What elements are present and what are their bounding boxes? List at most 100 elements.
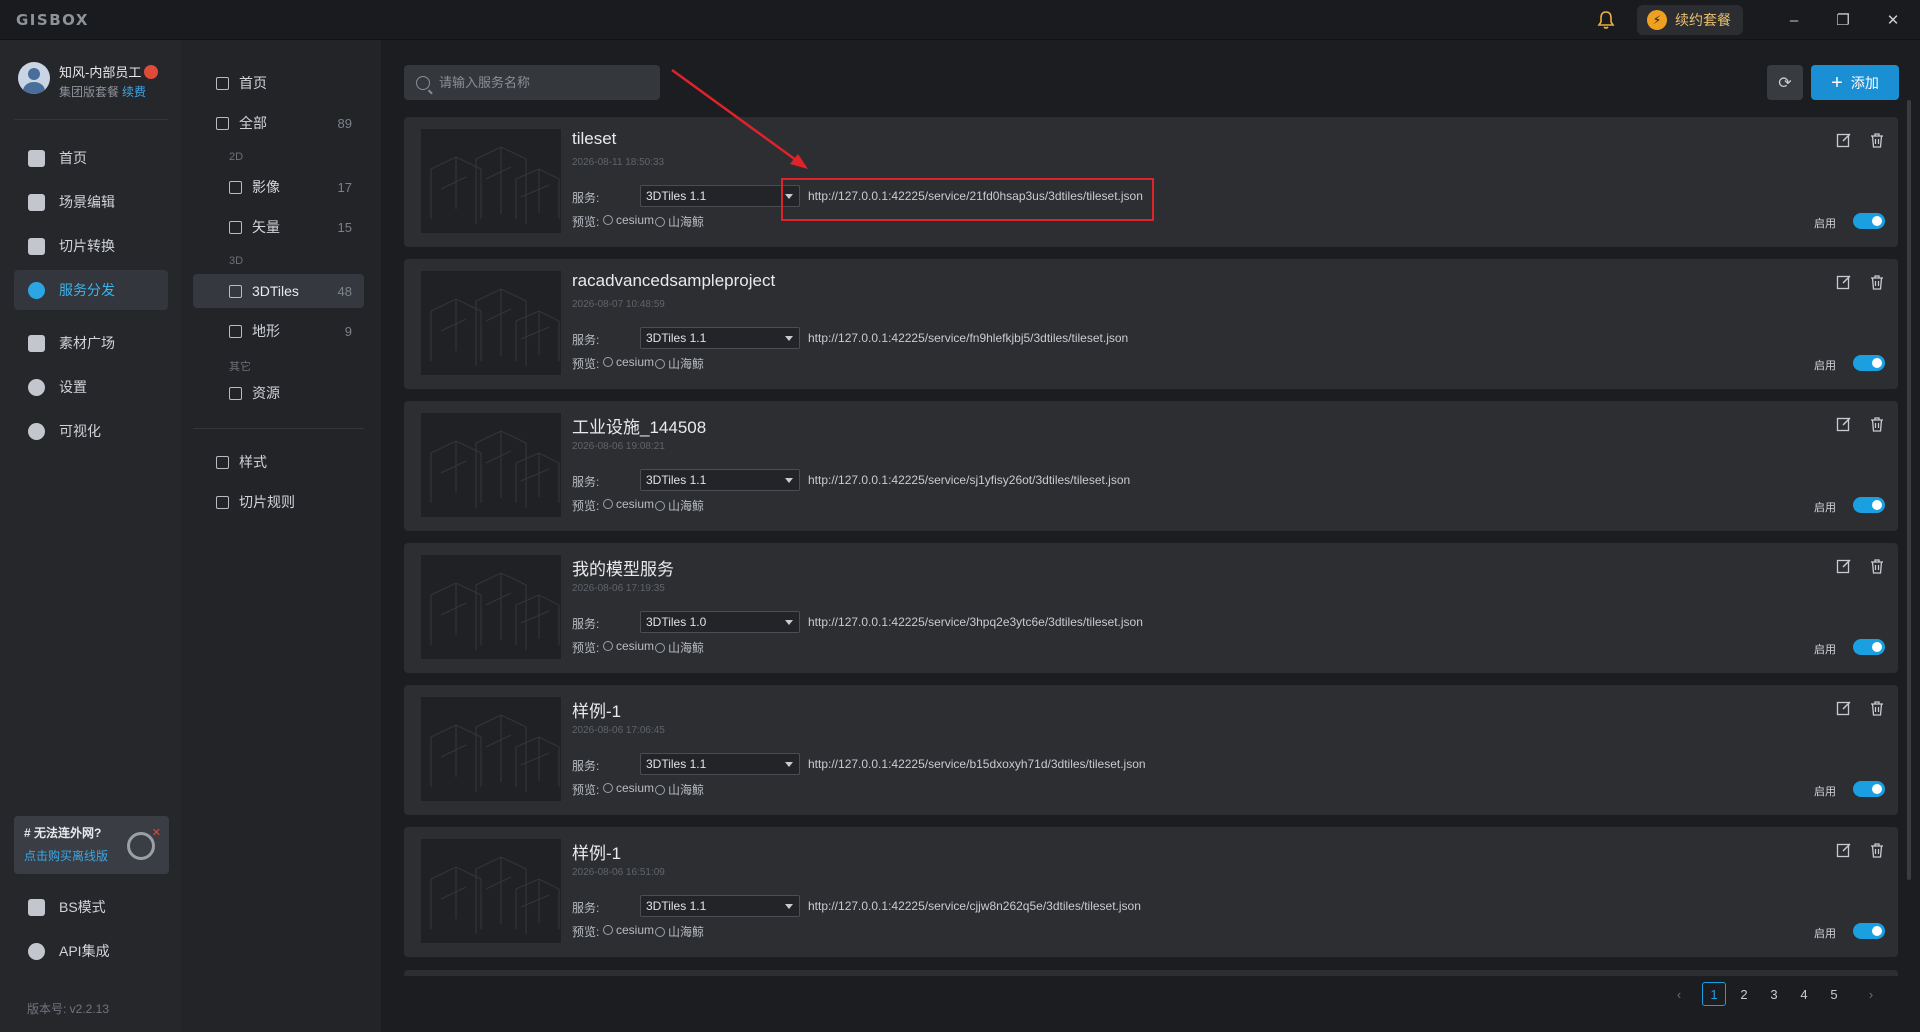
subnav-imagery[interactable]: 影像 17 — [193, 170, 364, 204]
service-title: racadvancedsampleproject — [572, 271, 776, 290]
service-thumbnail[interactable] — [421, 839, 561, 943]
search-box[interactable] — [404, 65, 660, 100]
delete-button[interactable] — [1868, 557, 1886, 575]
preview-shanhai-link[interactable]: 山海鲸 — [655, 497, 704, 514]
preview-cesium-link[interactable]: cesium — [603, 355, 654, 369]
prev-page-button[interactable]: ‹ — [1667, 982, 1691, 1006]
edit-button[interactable] — [1835, 415, 1853, 433]
service-url[interactable]: http://127.0.0.1:42225/service/fn9hlefkj… — [808, 331, 1128, 345]
minimize-button[interactable]: – — [1781, 8, 1807, 32]
service-thumbnail[interactable] — [421, 271, 561, 375]
service-version-select[interactable]: 3DTiles 1.1 — [640, 753, 800, 775]
subnav-terrain[interactable]: 地形 9 — [193, 314, 364, 348]
page-button[interactable]: 1 — [1702, 982, 1726, 1006]
preview-shanhai-link[interactable]: 山海鲸 — [655, 355, 704, 372]
preview-cesium-link[interactable]: cesium — [603, 639, 654, 653]
delete-button[interactable] — [1868, 699, 1886, 717]
caret-down-icon — [785, 620, 793, 625]
preview-shanhai-link[interactable]: 山海鲸 — [655, 639, 704, 656]
nav-item-api[interactable]: API集成 — [14, 931, 168, 971]
edit-button[interactable] — [1835, 273, 1853, 291]
subnav-vector[interactable]: 矢量 15 — [193, 210, 364, 244]
close-icon[interactable]: ✕ — [152, 826, 161, 839]
nav-item-scene-edit[interactable]: 场景编辑 — [14, 182, 168, 222]
preview-cesium-link[interactable]: cesium — [603, 213, 654, 227]
edit-button[interactable] — [1835, 841, 1853, 859]
subnav-3dtiles[interactable]: 3DTiles 48 — [193, 274, 364, 308]
enable-toggle[interactable] — [1853, 781, 1885, 797]
service-version-select[interactable]: 3DTiles 1.0 — [640, 611, 800, 633]
user-plan: 集团版套餐 — [59, 85, 120, 99]
service-url[interactable]: http://127.0.0.1:42225/service/cjjw8n262… — [808, 899, 1141, 913]
scrollbar[interactable] — [1907, 100, 1911, 880]
delete-button[interactable] — [1868, 841, 1886, 859]
service-version-select[interactable]: 3DTiles 1.1 — [640, 185, 800, 207]
service-label: 服务: — [572, 901, 600, 915]
image-icon — [28, 334, 45, 352]
subnav-resource[interactable]: 资源 — [193, 376, 364, 410]
user-profile[interactable]: 知风-内部员工 集团版套餐 续费 — [18, 62, 159, 100]
edit-button[interactable] — [1835, 557, 1853, 575]
service-title: 样例-1 — [572, 702, 622, 721]
preview-shanhai-link[interactable]: 山海鲸 — [655, 781, 704, 798]
renew-link[interactable]: 续费 — [122, 85, 146, 99]
preview-label: 预览: — [572, 215, 600, 229]
delete-button[interactable] — [1868, 273, 1886, 291]
nav-item-visualization[interactable]: 可视化 — [14, 411, 168, 451]
notification-bell-icon[interactable] — [1596, 10, 1616, 30]
enable-toggle[interactable] — [1853, 213, 1885, 229]
page-button[interactable]: 4 — [1792, 982, 1816, 1006]
service-thumbnail[interactable] — [421, 129, 561, 233]
enable-toggle[interactable] — [1853, 497, 1885, 513]
preview-cesium-link[interactable]: cesium — [603, 497, 654, 511]
service-thumbnail[interactable] — [421, 697, 561, 801]
edit-button[interactable] — [1835, 699, 1853, 717]
nav-item-settings[interactable]: 设置 — [14, 367, 168, 407]
delete-button[interactable] — [1868, 131, 1886, 149]
preview-shanhai-link[interactable]: 山海鲸 — [655, 923, 704, 940]
offline-promo[interactable]: # 无法连外网? 点击购买离线版 ✕ — [14, 816, 169, 874]
nav-item-material[interactable]: 素材广场 — [14, 323, 168, 363]
search-input[interactable] — [439, 75, 639, 90]
nav-item-service-dispatch[interactable]: 服务分发 — [14, 270, 168, 310]
maximize-button[interactable]: ❐ — [1830, 8, 1856, 32]
preview-cesium-link[interactable]: cesium — [603, 923, 654, 937]
subnav-tile-rules[interactable]: 切片规则 — [193, 485, 364, 519]
service-title: 样例-1 — [572, 844, 622, 863]
page-button[interactable]: 2 — [1732, 982, 1756, 1006]
nav-item-bs-mode[interactable]: BS模式 — [14, 887, 168, 927]
service-version-select[interactable]: 3DTiles 1.1 — [640, 469, 800, 491]
enable-toggle[interactable] — [1853, 355, 1885, 371]
subnav-all[interactable]: 全部 89 — [193, 106, 364, 140]
nav-item-tile-convert[interactable]: 切片转换 — [14, 226, 168, 266]
trash-icon — [1871, 843, 1883, 858]
page-button[interactable]: 3 — [1762, 982, 1786, 1006]
service-url[interactable]: http://127.0.0.1:42225/service/b15dxoxyh… — [808, 757, 1146, 771]
edit-button[interactable] — [1835, 131, 1853, 149]
service-thumbnail[interactable] — [421, 555, 561, 659]
service-url[interactable]: http://127.0.0.1:42225/service/21fd0hsap… — [808, 189, 1143, 203]
service-version-select[interactable]: 3DTiles 1.1 — [640, 327, 800, 349]
next-page-button[interactable]: › — [1859, 982, 1883, 1006]
service-thumbnail[interactable] — [421, 413, 561, 517]
page-button[interactable]: 5 — [1822, 982, 1846, 1006]
nav-item-home[interactable]: 首页 — [14, 138, 168, 178]
nav-label: API集成 — [59, 943, 110, 959]
preview-shanhai-link[interactable]: 山海鲸 — [655, 213, 704, 230]
group-2d: 2D — [229, 151, 244, 163]
add-button[interactable]: + 添加 — [1811, 65, 1899, 100]
renew-plan-button[interactable]: ⚡ 续约套餐 — [1637, 5, 1743, 35]
subnav-style[interactable]: 样式 — [193, 445, 364, 479]
refresh-button[interactable]: ⟳ — [1767, 65, 1803, 100]
cube-icon — [28, 193, 45, 211]
service-version-select[interactable]: 3DTiles 1.1 — [640, 895, 800, 917]
close-button[interactable]: ✕ — [1880, 8, 1906, 32]
delete-button[interactable] — [1868, 415, 1886, 433]
preview-cesium-link[interactable]: cesium — [603, 781, 654, 795]
enable-toggle[interactable] — [1853, 923, 1885, 939]
enable-toggle[interactable] — [1853, 639, 1885, 655]
category-panel: 首页 全部 89 2D 影像 17 矢量 15 3D 3DTiles 48 地形 9 其它… — [181, 40, 381, 1032]
service-url[interactable]: http://127.0.0.1:42225/service/3hpq2e3yt… — [808, 615, 1143, 629]
subnav-home[interactable]: 首页 — [193, 66, 364, 100]
service-url[interactable]: http://127.0.0.1:42225/service/sj1yfisy2… — [808, 473, 1130, 487]
